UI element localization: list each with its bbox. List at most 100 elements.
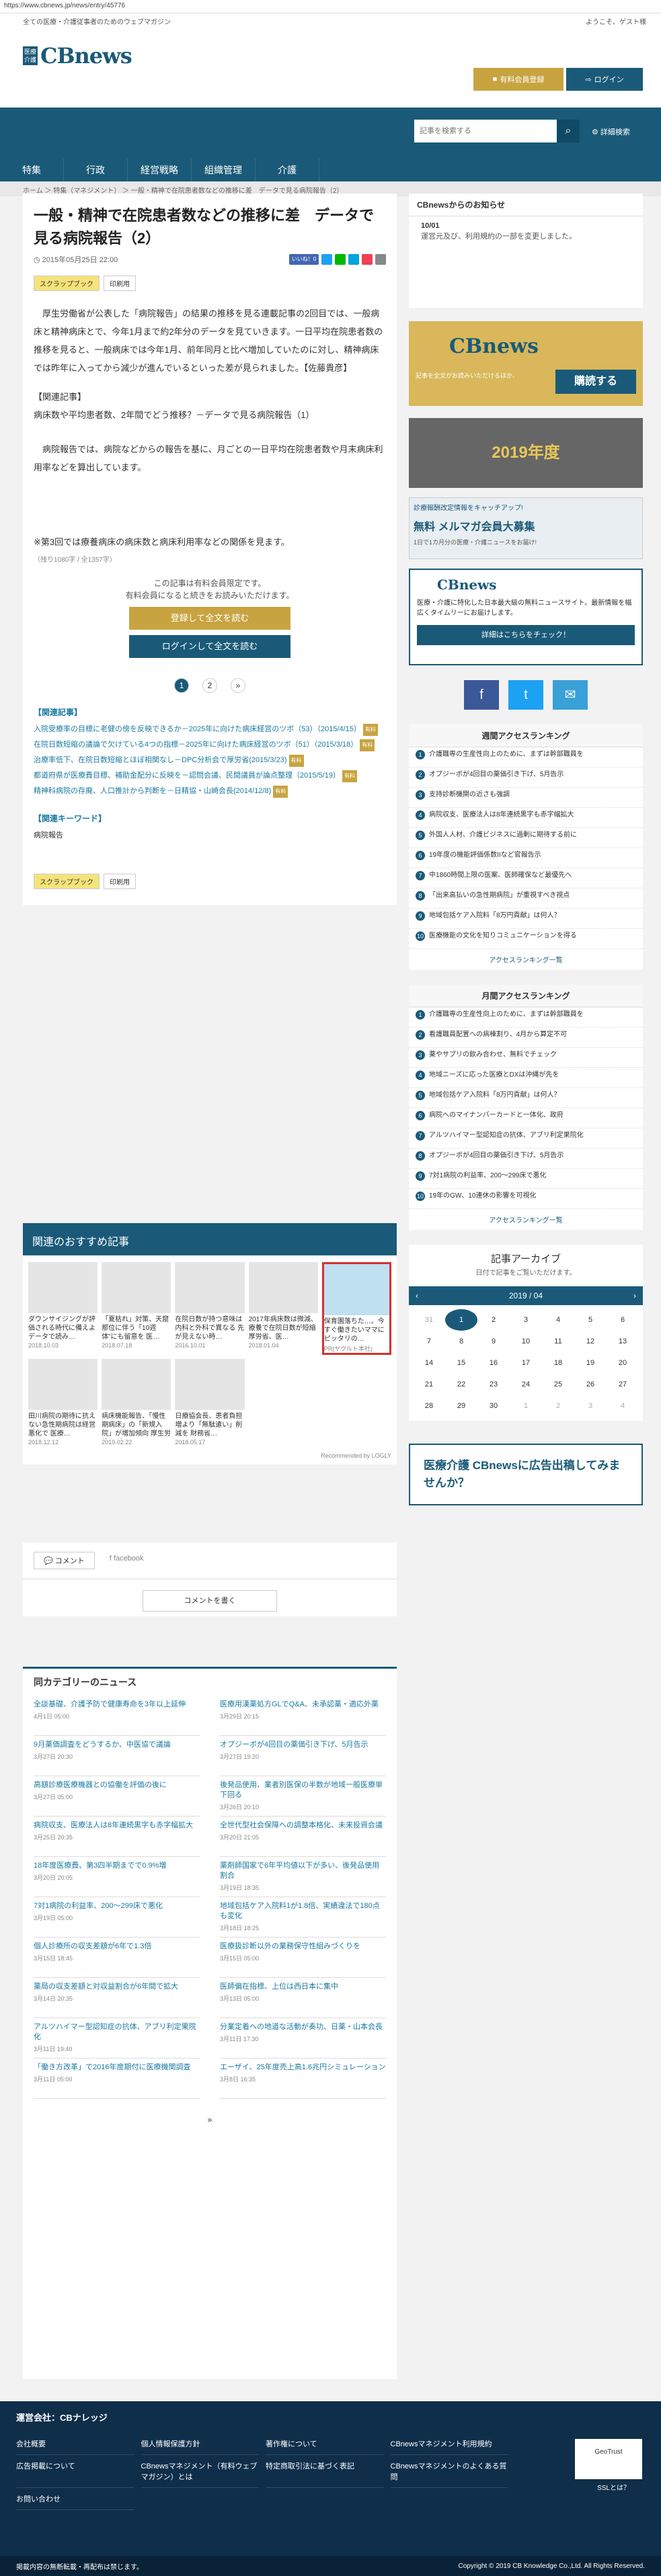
calendar-day[interactable]: 8 — [445, 1331, 477, 1352]
calendar-day[interactable]: 6 — [607, 1309, 639, 1331]
category-item[interactable]: 医師偏在指標、上位は西日本に集中 3月13日 05:00 — [220, 1978, 386, 2018]
notice-item[interactable]: 10/01 運営元及び、利用規約の一部を変更しました。 — [409, 216, 643, 247]
category-item[interactable]: 高額診療医療機器との協働を評価の後に 3月27日 05:00 — [34, 1776, 200, 1817]
print-button[interactable]: 印刷用 — [104, 874, 136, 889]
calendar-day[interactable]: 4 — [542, 1309, 574, 1331]
recommend-card[interactable]: 日療協会長、患者負担増より「無駄遣い」削減を 財務省… 2018.05.17 — [175, 1359, 245, 1446]
calendar-day[interactable]: 26 — [574, 1374, 607, 1395]
calendar-day[interactable]: 12 — [574, 1331, 607, 1352]
category-item[interactable]: 医療扱診断以外の業務保守性組みづくりを 3月15日 05:00 — [220, 1938, 386, 1978]
category-item[interactable]: 9月薬価調査をどうするか、中医協で議論 3月27日 20:30 — [34, 1736, 200, 1776]
ranking-item[interactable]: 10 医療機能の文化を知りコミュニケーションを得る — [409, 929, 643, 949]
ssl-link[interactable]: SSLとは？ — [597, 2482, 630, 2492]
login-read-button[interactable]: ログインして全文を読む — [129, 635, 290, 658]
prev-month-icon[interactable]: ‹ — [416, 1286, 418, 1305]
calendar-day[interactable]: 17 — [510, 1352, 542, 1374]
recommend-card[interactable]: 在院日数が持つ意味は内科と外科で異なる 先が見えない時… 2016.10.01 — [175, 1262, 245, 1355]
category-item[interactable]: 病院収支、医療法人は8年連続黒字も赤字幅拡大 3月25日 20:35 — [34, 1817, 200, 1857]
related-item[interactable]: 入院受療率の目標に老健の傍を反映できるか－2025年に向けた病床経営のツボ（53… — [23, 722, 397, 737]
line-icon[interactable] — [335, 254, 346, 265]
category-item[interactable]: 全談基礎、介護予防で健康寿命を3年以上延伸 4月1日 05:00 — [34, 1696, 200, 1736]
calendar-day[interactable]: 31 — [413, 1309, 445, 1331]
page-next[interactable]: » — [231, 678, 245, 693]
category-item[interactable]: 地域包括ケア入院料1が1.8倍、実績違法で180点も変化 3月18日 18:25 — [220, 1897, 386, 1938]
calendar-day[interactable]: 29 — [445, 1395, 477, 1417]
footer-link[interactable]: 会社概要 — [16, 2433, 134, 2455]
scrapbook-button[interactable]: スクラップブック — [34, 874, 100, 889]
category-item[interactable]: 全世代型社会保障への調整本格化、未来投資会議 3月20日 21:05 — [220, 1817, 386, 1857]
ranking-item[interactable]: 2 オプジーボが4回目の薬価引き下げ、5月告示 — [409, 767, 643, 788]
calendar-day[interactable]: 23 — [477, 1374, 510, 1395]
next-month-icon[interactable]: › — [633, 1286, 636, 1305]
footer-link[interactable]: CBnewsマネジメント利用規約 — [390, 2433, 508, 2455]
recommend-card[interactable]: 田川病院の期待に抗えない急性期病院は経営悪化で 医療… 2018.12.12 — [28, 1359, 98, 1446]
pocket-icon[interactable] — [362, 254, 373, 265]
category-item[interactable]: 「働き方改革」で2016年度期付に医療機関調査 3月11日 05:00 — [34, 2059, 200, 2099]
keyword-link[interactable]: 病院報告 — [23, 828, 397, 843]
footer-link[interactable]: 広告掲載について — [16, 2455, 134, 2488]
calendar-day[interactable]: 21 — [413, 1374, 445, 1395]
advanced-search-link[interactable]: ⚙ 詳細検索 — [592, 126, 630, 137]
category-item[interactable]: 分業定着への地道な活動が奏功、日薬・山本会長 3月11日 17:30 — [220, 2018, 386, 2059]
related-item[interactable]: 精神科病院の存廃、人口推計から判断を－日精協・山崎会長(2014/12/8) 有料 — [23, 784, 397, 799]
category-item[interactable]: 薬剤師国家で6年平均値以下が多い、後発品使用割合 3月19日 18:35 — [220, 1857, 386, 1897]
about-button[interactable]: 詳細はこちらをチェック！ — [417, 625, 635, 645]
ranking-item[interactable]: 5 外国人人材、介護ビジネスに過剰に期待する前に — [409, 828, 643, 848]
footer-link[interactable]: 個人情報保護方針 — [141, 2433, 259, 2455]
print-share-icon[interactable] — [375, 254, 386, 265]
category-item[interactable]: 18年度医療費、第3四半期までで0.9%増 3月20日 20:05 — [34, 1857, 200, 1897]
revision-banner[interactable]: 2019年度 — [409, 418, 643, 488]
calendar-day[interactable]: 11 — [542, 1331, 574, 1352]
category-item[interactable]: アルツハイマー型認知症の抗体、アブリ利定果院化 3月11日 19:40 — [34, 2018, 200, 2059]
related-item[interactable]: 在院日数短縮の議論で欠けている4つの指標－2025年に向けた病床経営のツボ（51… — [23, 737, 397, 753]
calendar-day[interactable]: 14 — [413, 1352, 445, 1374]
ranking-item[interactable]: 1 介護職専の生産性向上のために、まずは幹部職員を — [409, 1007, 643, 1028]
calendar-day[interactable]: 27 — [607, 1374, 639, 1395]
facebook-icon[interactable]: f — [464, 680, 499, 710]
calendar-day[interactable]: 19 — [574, 1352, 607, 1374]
category-item[interactable]: 7対1病院の利益率、200～299床で悪化 3月19日 05:00 — [34, 1897, 200, 1938]
register-read-button[interactable]: 登録して全文を読む — [129, 607, 290, 630]
weekly-more-link[interactable]: アクセスランキング一覧 — [409, 949, 643, 970]
category-item[interactable]: 医療用漢薬処方GLでQ&A、未承認薬・適応外薬 3月29日 20:15 — [220, 1696, 386, 1736]
category-next[interactable]: » — [23, 2115, 397, 2124]
calendar-day[interactable]: 10 — [510, 1331, 542, 1352]
category-item[interactable]: オプジーボが4回目の薬価引き下げ、5月告示 3月27日 19:20 — [220, 1736, 386, 1776]
comment-tab[interactable]: 💬 コメント — [34, 1552, 95, 1569]
ranking-item[interactable]: 8 「出来高払いの急性期病院」が重視すべき視点 — [409, 888, 643, 909]
ad-banner[interactable]: 医療介護 CBnewsに広告出稿してみませんか？ — [409, 1444, 643, 1505]
nav-tab[interactable]: 組織管理 — [192, 159, 256, 181]
calendar-day[interactable]: 2 — [477, 1309, 510, 1331]
calendar-day[interactable]: 25 — [542, 1374, 574, 1395]
calendar-day[interactable]: 4 — [607, 1395, 639, 1417]
subscribe-banner[interactable]: CBnews 記事を全文がお読みいただけるほか、 購読する — [409, 321, 643, 406]
geotrust-seal[interactable]: GeoTrust — [575, 2439, 642, 2479]
footer-link[interactable]: CBnewsマネジメント（有料ウェブマガジン）とは — [141, 2455, 259, 2488]
calendar-day[interactable]: 20 — [607, 1352, 639, 1374]
ranking-item[interactable]: 9 地域包括ケア入院料「8万円貢献」は何人？ — [409, 909, 643, 929]
footer-link[interactable]: 特定商取引法に基づく表記 — [266, 2455, 384, 2488]
ranking-item[interactable]: 2 看護職員配置への病棟割り、4月から算定不可 — [409, 1028, 643, 1048]
related-link[interactable]: 病床数や平均患者数、2年間でどう推移？－データで見る病院報告（1） — [23, 406, 397, 424]
calendar-day[interactable]: 22 — [445, 1374, 477, 1395]
page-link[interactable]: 2 — [202, 678, 217, 693]
calendar-day[interactable]: 24 — [510, 1374, 542, 1395]
footer-link[interactable]: 著作権について — [266, 2433, 384, 2455]
recommend-card-pr[interactable]: 保育園落ちた…。今すぐ働きたいママにピッタリの… PR(ヤクルト本社) — [321, 1262, 391, 1355]
category-item[interactable]: 後発品使用、業者別医保の半数が地域一般医療単下回る 3月26日 20:10 — [220, 1776, 386, 1817]
calendar-day[interactable]: 5 — [574, 1309, 607, 1331]
ranking-item[interactable]: 5 地域包括ケア入院料「8万円貢献」は何人？ — [409, 1088, 643, 1108]
url-bar[interactable]: https://www.cbnews.jp/news/entry/45776 — [0, 0, 661, 13]
recommend-card[interactable]: 「夏枯れ」対策、天窟那位に伴う「10週体”にも留意を 医… 2018.07.18 — [102, 1262, 171, 1355]
ranking-item[interactable]: 6 19年度の機能評価係数IIなど官報告示 — [409, 848, 643, 868]
recommend-card[interactable]: ダウンサイジングが評価される時代に備えよ データで読み… 2018.10.03 — [28, 1262, 98, 1355]
calendar-day[interactable]: 3 — [510, 1309, 542, 1331]
recommend-card[interactable]: 2017年病床数は微減、療養で在院日数が短縮 厚労省、医… 2018.01.04 — [248, 1262, 318, 1355]
search-icon[interactable]: ⌕ — [557, 120, 580, 142]
twitter-icon[interactable] — [321, 254, 332, 265]
ranking-item[interactable]: 6 病院へのマイナンバーカードと一体化、政府 — [409, 1108, 643, 1128]
register-button[interactable]: ■ 有料会員登録 — [473, 68, 563, 91]
rss-icon[interactable]: ✉ — [553, 680, 588, 710]
facebook-tab[interactable]: f facebook — [100, 1552, 153, 1569]
write-comment-button[interactable]: コメントを書く — [143, 1590, 277, 1612]
